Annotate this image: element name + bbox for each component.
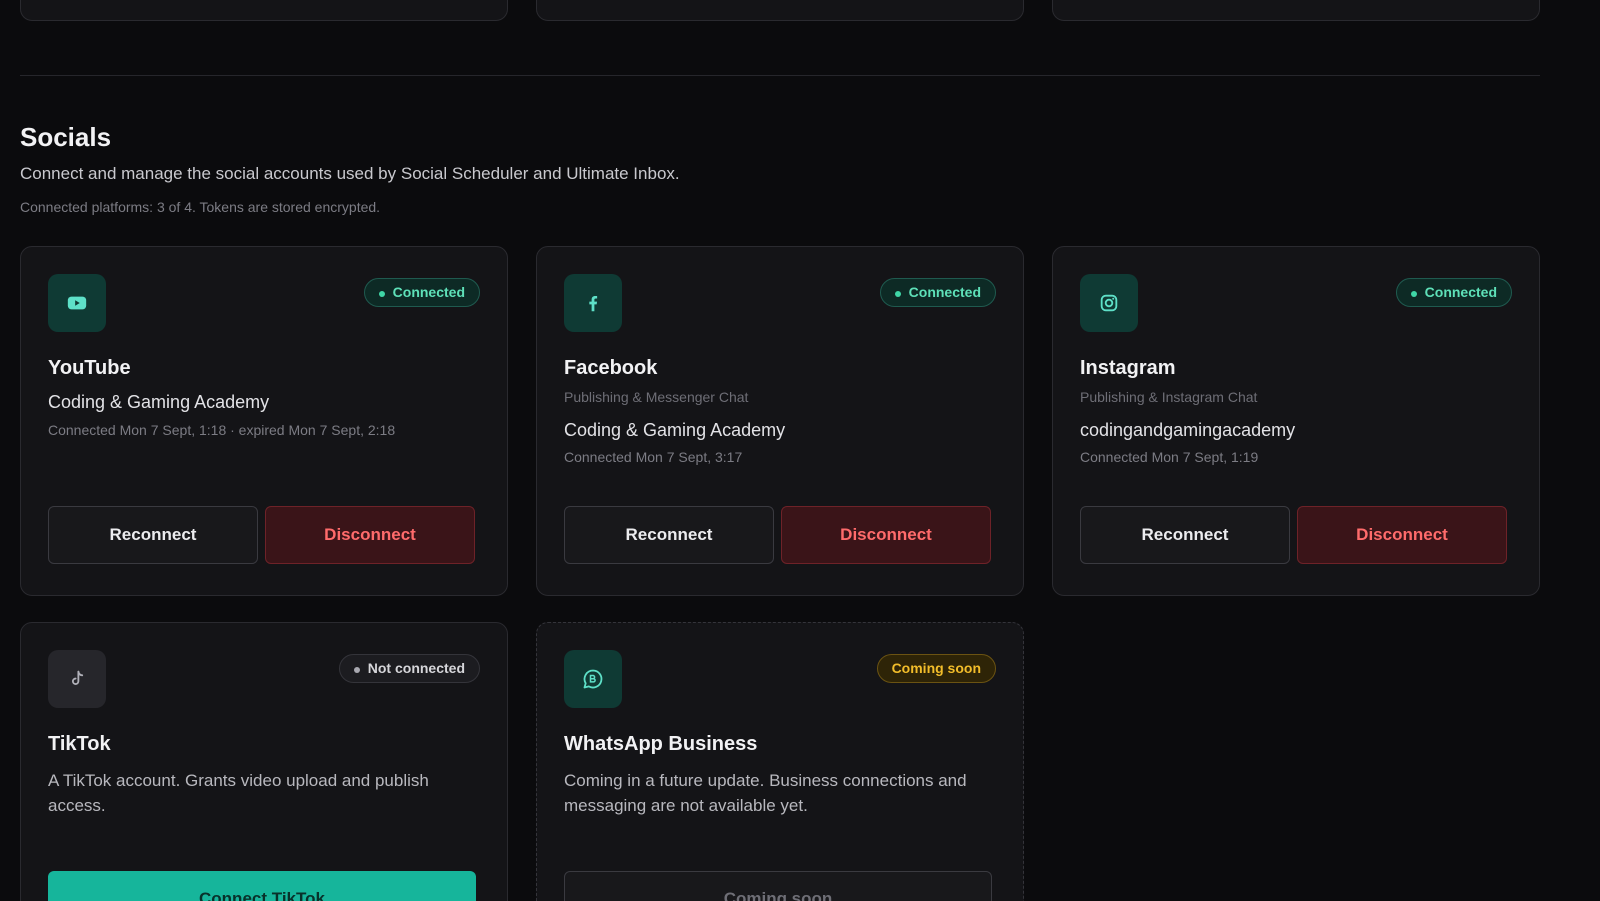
platform-capabilities: Publishing & Instagram Chat <box>1080 389 1258 405</box>
status-badge: Coming soon <box>876 654 996 683</box>
connection-time: Connected Mon 7 Sept, 1:18 · expired Mon… <box>48 422 396 438</box>
disconnect-button[interactable]: Disconnect <box>781 506 991 564</box>
disconnect-button[interactable]: Disconnect <box>265 506 475 564</box>
platform-card-youtube: Connected YouTube Coding & Gaming Academ… <box>20 246 508 596</box>
reconnect-button[interactable]: Reconnect <box>48 506 258 564</box>
section-subtitle: Connect and manage the social accounts u… <box>20 164 680 183</box>
status-badge: Not connected <box>338 654 480 683</box>
account-name: Coding & Gaming Academy <box>564 420 786 440</box>
platform-name: YouTube <box>48 357 131 379</box>
platform-capabilities: Publishing & Messenger Chat <box>564 389 749 405</box>
platform-description: A TikTok account. Grants video upload an… <box>48 771 429 815</box>
platform-name: WhatsApp Business <box>564 733 758 755</box>
platform-card-facebook: Connected Facebook Publishing & Messenge… <box>536 246 1024 596</box>
previous-section-card <box>20 0 508 21</box>
platform-card-whatsapp: Coming soon WhatsApp Business Coming in … <box>536 622 1024 901</box>
account-name: Coding & Gaming Academy <box>48 392 270 412</box>
tiktok-icon <box>48 650 106 708</box>
connection-time: Connected Mon 7 Sept, 3:17 <box>564 449 743 465</box>
whatsapp-icon <box>564 650 622 708</box>
platform-name: Instagram <box>1080 357 1176 379</box>
status-badge: Connected <box>1395 278 1512 307</box>
coming-soon-button: Coming soon <box>564 871 992 901</box>
platform-description: Coming in a future update. Business conn… <box>564 771 967 815</box>
status-dot <box>1410 291 1417 297</box>
account-name: codingandgamingacademy <box>1080 420 1296 440</box>
previous-section-card <box>536 0 1024 21</box>
connection-time: Connected Mon 7 Sept, 1:19 <box>1080 449 1259 465</box>
socials-settings-page: Socials Connect and manage the social ac… <box>0 0 1600 901</box>
platform-name: TikTok <box>48 733 111 755</box>
status-badge: Connected <box>879 278 996 307</box>
status-dot <box>378 291 385 297</box>
reconnect-button[interactable]: Reconnect <box>564 506 774 564</box>
status-dot <box>353 667 360 673</box>
reconnect-button[interactable]: Reconnect <box>1080 506 1290 564</box>
connect-tiktok-button[interactable]: Connect TikTok <box>48 871 476 901</box>
section-meta: Connected platforms: 3 of 4. Tokens are … <box>20 199 381 215</box>
platform-card-instagram: Connected Instagram Publishing & Instagr… <box>1052 246 1540 596</box>
section-divider <box>20 75 1540 76</box>
status-badge: Connected <box>363 278 480 307</box>
section-title: Socials <box>20 122 112 152</box>
disconnect-button[interactable]: Disconnect <box>1297 506 1507 564</box>
status-dot <box>894 291 901 297</box>
platform-name: Facebook <box>564 357 658 379</box>
facebook-icon <box>564 274 622 332</box>
youtube-icon <box>48 274 106 332</box>
instagram-icon <box>1080 274 1138 332</box>
platform-card-tiktok: Not connected TikTok A TikTok account. G… <box>20 622 508 901</box>
previous-section-card <box>1052 0 1540 21</box>
